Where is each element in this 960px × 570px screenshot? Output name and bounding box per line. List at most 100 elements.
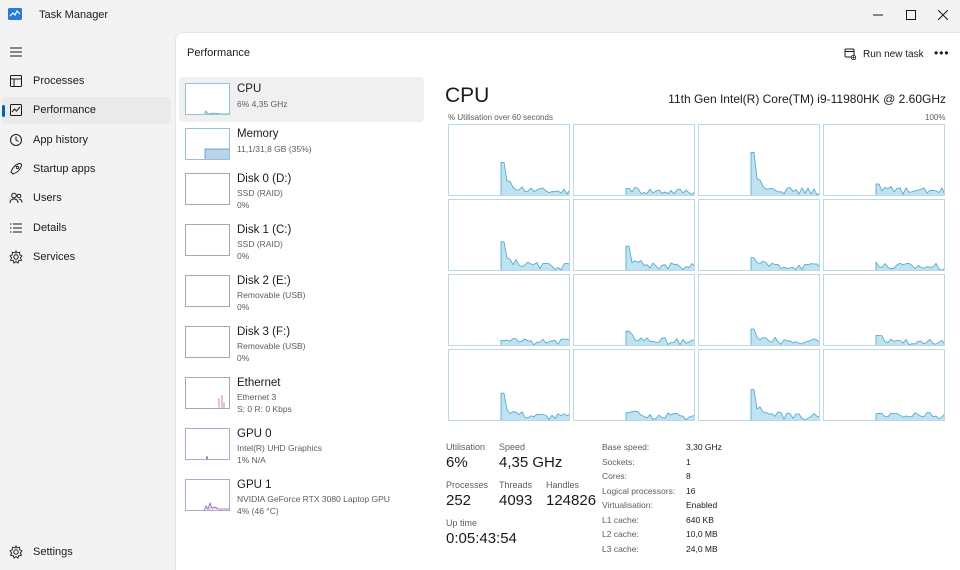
device-detail: NVIDIA GeForce RTX 3080 Laptop GPU xyxy=(237,494,390,504)
spec-value: 16 xyxy=(686,486,696,496)
device-detail: Ethernet 3 xyxy=(237,392,277,402)
utilisation-area xyxy=(625,186,694,195)
logical-processor-graph xyxy=(573,124,695,196)
cpu-thumbnail-graph xyxy=(185,83,230,115)
device-usage: 4% (46 °C) xyxy=(237,506,279,516)
device-detail: 6% 4,35 GHz xyxy=(237,99,288,109)
logical-processor-graph xyxy=(448,124,570,196)
logical-processor-graph xyxy=(573,274,695,346)
utilisation-trace xyxy=(625,245,694,270)
logical-processor-graph xyxy=(698,274,820,346)
utilisation-trace xyxy=(500,392,569,420)
utilisation-trace xyxy=(750,257,819,270)
device-usage: 0% xyxy=(237,251,250,261)
sidebar-item-app-history[interactable]: App history xyxy=(2,127,171,154)
logical-processor-graph xyxy=(698,124,820,196)
window-title: Task Manager xyxy=(39,9,109,21)
device-item-gpu-0[interactable]: GPU 0 Intel(R) UHD Graphics 1% N/A xyxy=(179,422,424,467)
utilisation-trace xyxy=(875,412,944,420)
sidebar-item-details[interactable]: Details xyxy=(2,215,171,242)
utilisation-trace xyxy=(625,186,694,195)
logical-processor-graph xyxy=(823,349,945,421)
sidebar-item-label: Performance xyxy=(33,104,96,116)
gpu-0-thumbnail-graph xyxy=(185,428,230,460)
speed-value: 4,35 GHz xyxy=(499,454,563,471)
sidebar-item-label: Services xyxy=(33,251,76,263)
startup-apps-icon xyxy=(10,163,22,175)
logical-processor-graph xyxy=(448,274,570,346)
spec-value: 640 KB xyxy=(686,515,714,525)
utilisation-trace xyxy=(875,260,944,270)
utilisation-area xyxy=(750,151,819,195)
device-item-disk-3[interactable]: Disk 3 (F:) Removable (USB) 0% xyxy=(179,320,424,365)
utilisation-area xyxy=(625,245,694,270)
utilisation-area xyxy=(750,389,819,420)
utilisation-trace xyxy=(500,338,569,345)
hamburger-menu-icon[interactable] xyxy=(9,46,23,58)
maximize-button[interactable] xyxy=(894,0,928,30)
sidebar-item-services[interactable]: Services xyxy=(2,244,171,271)
disk-3-thumbnail-graph xyxy=(185,326,230,358)
utilisation-area xyxy=(500,241,569,270)
close-icon xyxy=(938,10,948,20)
sidebar-item-settings[interactable]: Settings xyxy=(2,539,171,566)
logical-processor-graph xyxy=(448,349,570,421)
title-bar: Task Manager xyxy=(0,0,960,32)
device-throughput: S: 0 R: 0 Kbps xyxy=(237,404,292,414)
spec-value: 8 xyxy=(686,471,691,481)
app-history-icon xyxy=(10,134,22,146)
device-detail: 11,1/31,8 GB (35%) xyxy=(237,144,312,154)
utilisation-trace xyxy=(875,335,944,345)
device-name: Disk 2 (E:) xyxy=(237,275,291,287)
logical-processor-graph xyxy=(823,274,945,346)
memory-thumbnail-graph xyxy=(185,128,230,160)
logical-processor-graph xyxy=(573,199,695,271)
device-usage: 0% xyxy=(237,200,250,210)
device-item-disk-2[interactable]: Disk 2 (E:) Removable (USB) 0% xyxy=(179,269,424,314)
device-item-memory[interactable]: Memory 11,1/31,8 GB (35%) xyxy=(179,122,424,167)
utilisation-trace xyxy=(500,241,569,270)
utilisation-trace xyxy=(750,328,819,345)
disk-1-thumbnail-graph xyxy=(185,224,230,256)
sidebar: Processes Performance App history Startu… xyxy=(0,32,175,570)
device-item-cpu[interactable]: CPU 6% 4,35 GHz xyxy=(179,77,424,122)
sidebar-item-label: App history xyxy=(33,134,89,146)
run-task-icon xyxy=(844,48,856,60)
utilisation-label: Utilisation xyxy=(446,442,486,452)
minimize-button[interactable] xyxy=(861,0,895,30)
sidebar-item-processes[interactable]: Processes xyxy=(2,68,171,95)
device-item-ethernet[interactable]: Ethernet Ethernet 3 S: 0 R: 0 Kbps xyxy=(179,371,424,416)
threads-label: Threads xyxy=(499,480,533,490)
utilisation-area xyxy=(500,162,569,195)
spec-value: 3,30 GHz xyxy=(686,442,722,452)
sidebar-item-users[interactable]: Users xyxy=(2,185,171,212)
handles-label: Handles xyxy=(546,480,580,490)
run-new-task-button[interactable]: Run new task xyxy=(844,43,924,65)
maximize-icon xyxy=(906,10,916,20)
close-button[interactable] xyxy=(926,0,960,30)
processes-icon xyxy=(10,75,22,87)
sidebar-item-label: Details xyxy=(33,222,67,234)
utilisation-area xyxy=(500,338,569,345)
device-name: GPU 0 xyxy=(237,428,272,440)
sidebar-item-label: Settings xyxy=(33,546,73,558)
spec-label: Cores: xyxy=(602,471,628,481)
sidebar-item-performance[interactable]: Performance xyxy=(2,97,171,124)
utilisation-value: 6% xyxy=(446,454,468,471)
logical-processor-graph xyxy=(823,199,945,271)
device-item-disk-1[interactable]: Disk 1 (C:) SSD (RAID) 0% xyxy=(179,218,424,263)
spec-value: 24,0 MB xyxy=(686,544,718,554)
more-options-button[interactable]: ••• xyxy=(934,47,950,59)
logical-processor-graph xyxy=(698,349,820,421)
sidebar-item-startup-apps[interactable]: Startup apps xyxy=(2,156,171,183)
utilisation-trace xyxy=(625,410,694,420)
device-usage: 1% N/A xyxy=(237,455,266,465)
spec-label: Virtualisation: xyxy=(602,500,653,510)
utilisation-area xyxy=(500,392,569,420)
device-detail: SSD (RAID) xyxy=(237,239,283,249)
handles-value: 124826 xyxy=(546,492,597,509)
device-item-disk-0[interactable]: Disk 0 (D:) SSD (RAID) 0% xyxy=(179,167,424,212)
device-item-gpu-1[interactable]: GPU 1 NVIDIA GeForce RTX 3080 Laptop GPU… xyxy=(179,473,424,518)
utilisation-area xyxy=(750,257,819,270)
graph-caption: % Utilisation over 60 seconds xyxy=(448,113,553,122)
